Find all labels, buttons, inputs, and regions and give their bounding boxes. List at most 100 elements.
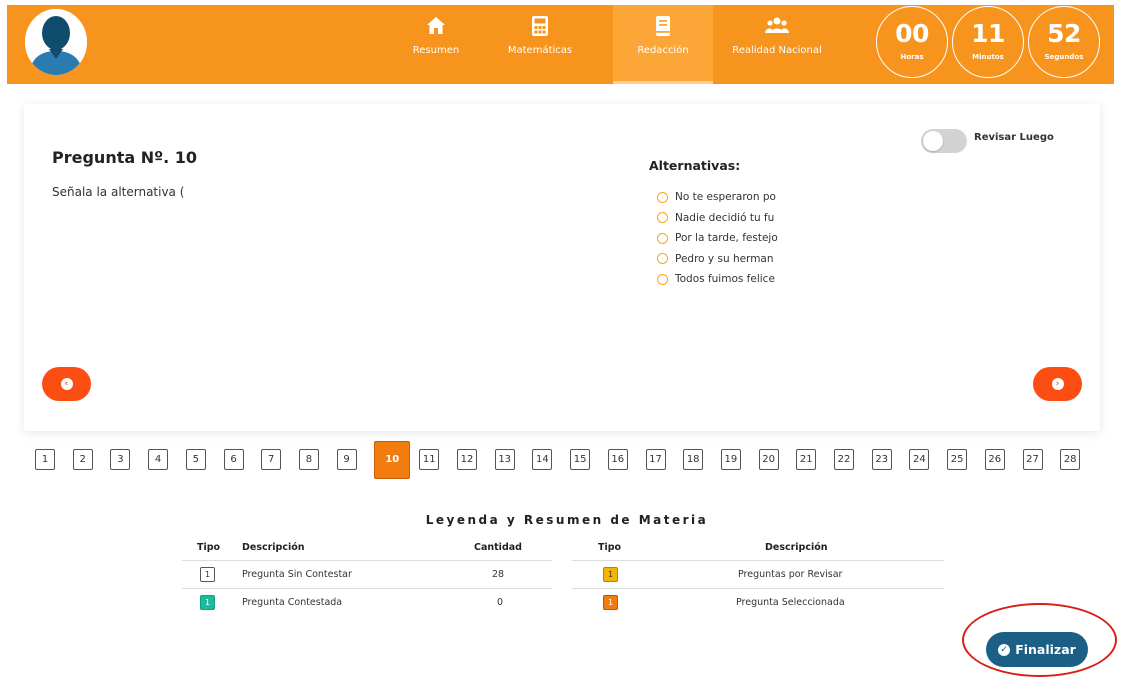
- nav-realidad-nacional-label: Realidad Nacional: [732, 45, 822, 56]
- legend-unanswered-label: Pregunta Sin Contestar: [242, 569, 352, 580]
- check-circle-icon: ✓: [998, 643, 1011, 656]
- timer-hours: 00 Horas: [876, 6, 948, 78]
- user-silhouette-icon: [25, 9, 87, 75]
- page-button[interactable]: 12: [457, 449, 477, 470]
- legend-review-swatch: 1: [603, 567, 618, 582]
- alternative-option[interactable]: Nadie decidió tu fu: [657, 208, 793, 229]
- alternatives-list: No te esperaron po Nadie decidió tu fu P…: [657, 187, 793, 290]
- users-icon: [765, 17, 789, 33]
- question-text: Señala la alternativa (: [52, 185, 185, 199]
- page-button[interactable]: 9: [336, 449, 357, 470]
- legend-review-label: Preguntas por Revisar: [738, 569, 843, 580]
- radio-icon[interactable]: [657, 232, 668, 244]
- legend-unanswered-count: 28: [492, 569, 505, 580]
- page-button[interactable]: 18: [683, 449, 704, 470]
- nav-resumen-label: Resumen: [412, 45, 460, 56]
- legend-left-descripcion-header: Descripción: [242, 542, 305, 553]
- arrow-right-icon: ›: [1051, 378, 1064, 390]
- alternative-option[interactable]: Por la tarde, festejo: [657, 228, 793, 249]
- page-button[interactable]: 24: [909, 449, 930, 470]
- page-button[interactable]: 22: [834, 449, 854, 470]
- page-button[interactable]: 17: [645, 449, 666, 470]
- legend-divider: [182, 560, 552, 561]
- toggle-knob: [923, 131, 943, 151]
- alternative-text: Por la tarde, festejo: [675, 232, 778, 245]
- page-button[interactable]: 23: [871, 449, 892, 470]
- legend-divider: [572, 588, 944, 589]
- timer-seconds-value: 52: [1047, 19, 1081, 48]
- alternative-text: No te esperaron po: [675, 191, 776, 204]
- page-button[interactable]: 19: [720, 449, 741, 470]
- book-icon: [656, 16, 670, 36]
- radio-icon[interactable]: [657, 253, 668, 265]
- nav-redaccion[interactable]: Redacción: [613, 5, 713, 84]
- page-button[interactable]: 20: [758, 449, 779, 470]
- top-bar: Resumen Matemáticas Redacción Realidad N…: [7, 5, 1114, 84]
- legend-left-tipo-header: Tipo: [197, 542, 221, 553]
- legend-left-cantidad-header: Cantidad: [474, 542, 522, 553]
- radio-icon[interactable]: [657, 191, 668, 203]
- page-button[interactable]: 26: [984, 449, 1005, 470]
- legend-selected-label: Pregunta Seleccionada: [736, 597, 845, 608]
- legend-unanswered-swatch: 1: [200, 567, 215, 582]
- alternative-text: Todos fuimos felice: [675, 273, 775, 286]
- question-card: Pregunta Nº. 10 Señala la alternativa ( …: [24, 104, 1100, 431]
- home-icon: [427, 17, 445, 34]
- nav-matematicas[interactable]: Matemáticas: [490, 5, 590, 84]
- timer-seconds: 52 Segundos: [1028, 6, 1100, 78]
- page-button[interactable]: 11: [419, 449, 440, 470]
- radio-icon[interactable]: [657, 273, 668, 285]
- next-question-button[interactable]: ›: [1033, 367, 1082, 401]
- calculator-icon: [532, 16, 548, 36]
- page-button[interactable]: 4: [148, 449, 169, 470]
- radio-icon[interactable]: [657, 212, 668, 224]
- nav-resumen[interactable]: Resumen: [386, 5, 486, 84]
- nav-redaccion-label: Redacción: [637, 45, 689, 56]
- previous-question-button[interactable]: ‹: [42, 367, 91, 401]
- timer-minutes-label: Minutos: [972, 53, 1004, 61]
- alternative-option[interactable]: Pedro y su herman: [657, 249, 793, 270]
- review-later-label: Revisar Luego: [974, 132, 1054, 143]
- legend-title: Leyenda y Resumen de Materia: [425, 513, 709, 527]
- legend-divider: [572, 560, 944, 561]
- user-avatar[interactable]: [25, 9, 87, 75]
- nav-matematicas-label: Matemáticas: [507, 45, 573, 56]
- arrow-left-icon: ‹: [60, 378, 73, 390]
- alternative-text: Nadie decidió tu fu: [675, 211, 775, 224]
- page-button[interactable]: 28: [1060, 449, 1081, 470]
- legend-answered-swatch: 1: [200, 595, 215, 610]
- question-title: Pregunta Nº. 10: [52, 148, 198, 167]
- page-button[interactable]: 8: [298, 449, 319, 470]
- page-button[interactable]: 16: [607, 449, 628, 470]
- page-button[interactable]: 1: [35, 449, 55, 470]
- finalize-label: Finalizar: [1015, 642, 1076, 657]
- page-button[interactable]: 5: [185, 449, 206, 470]
- legend-right-descripcion-header: Descripción: [765, 542, 828, 553]
- timer-seconds-label: Segundos: [1044, 53, 1084, 61]
- finalize-button[interactable]: ✓ Finalizar: [986, 632, 1088, 667]
- page-button[interactable]: 25: [947, 449, 968, 470]
- alternative-option[interactable]: Todos fuimos felice: [657, 269, 793, 290]
- timer-hours-value: 00: [895, 19, 929, 48]
- page-button[interactable]: 6: [223, 449, 244, 470]
- page-button[interactable]: 21: [796, 449, 817, 470]
- alternative-option[interactable]: No te esperaron po: [657, 187, 793, 208]
- legend-right-tipo-header: Tipo: [598, 542, 622, 553]
- legend-answered-label: Pregunta Contestada: [242, 597, 343, 608]
- timer-minutes: 11 Minutos: [952, 6, 1024, 78]
- legend-answered-count: 0: [497, 597, 504, 608]
- timer-minutes-value: 11: [971, 19, 1005, 48]
- page-button-current[interactable]: 10: [374, 441, 411, 479]
- page-button[interactable]: 13: [494, 449, 515, 470]
- page-button[interactable]: 7: [261, 449, 282, 470]
- page-button[interactable]: 27: [1022, 449, 1043, 470]
- page-button[interactable]: 2: [72, 449, 93, 470]
- page-button[interactable]: 14: [532, 449, 553, 470]
- review-later-toggle[interactable]: [921, 129, 967, 153]
- question-pagination: 1 2 3 4 5 6 7 8 9 10 11 12 13 14 15 16 17 18 19 20 21 22 23 24 2…: [0, 441, 1134, 479]
- alternatives-title: Alternativas:: [649, 158, 741, 173]
- page-button[interactable]: 15: [570, 449, 591, 470]
- page-button[interactable]: 3: [110, 449, 131, 470]
- nav-realidad-nacional[interactable]: Realidad Nacional: [727, 5, 827, 84]
- legend-divider: [182, 588, 552, 589]
